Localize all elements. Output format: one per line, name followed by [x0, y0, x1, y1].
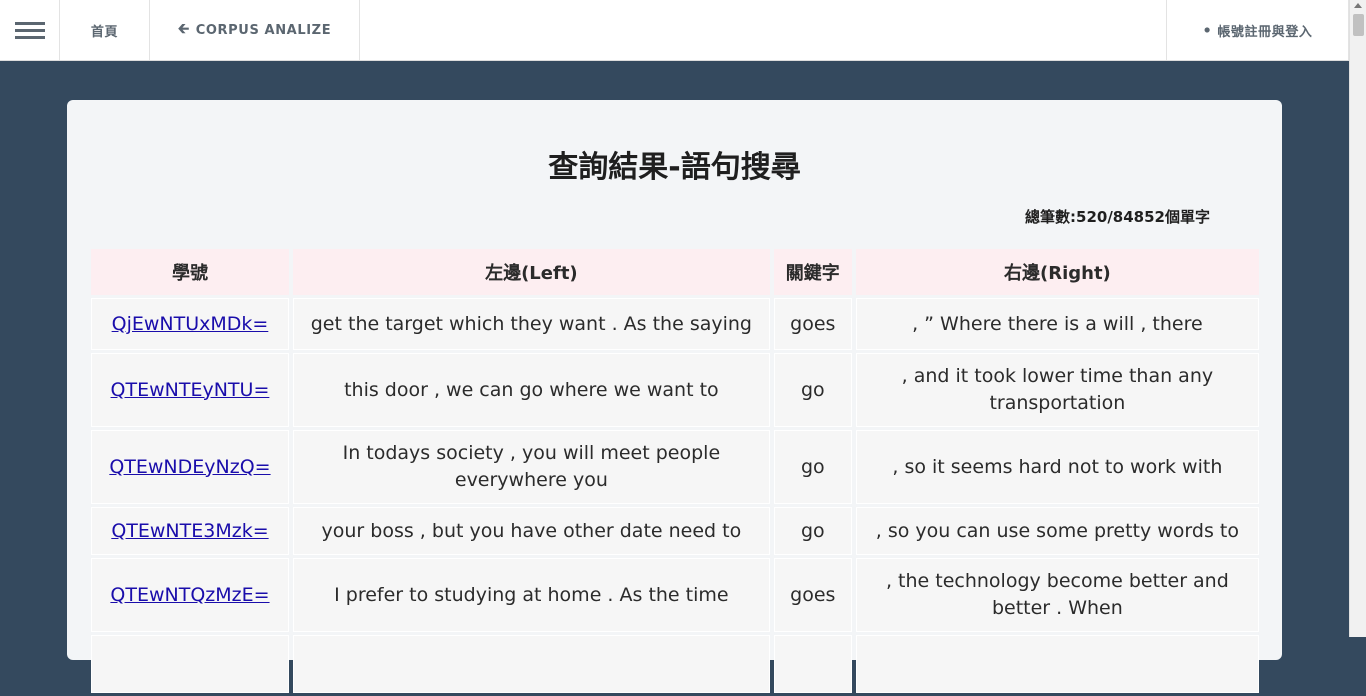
student-id-link[interactable]: QTEwNTEyNTU=: [111, 379, 270, 401]
hamburger-menu-icon[interactable]: [0, 0, 60, 60]
page-scrollbar[interactable]: [1349, 0, 1366, 637]
keyword-cell: goes: [773, 558, 852, 632]
keyword-cell: goes: [773, 298, 852, 350]
top-navbar: 首頁 🡰 CORPUS ANALIZE ⚫ 帳號註冊與登入: [0, 0, 1349, 61]
student-id-link[interactable]: QTEwNDEyNzQ=: [109, 456, 270, 478]
table-row: QTEwNTE3Mzk= your boss , but you have ot…: [91, 507, 1259, 555]
table-row: QTEwNDEyNzQ= In todays society , you wil…: [91, 430, 1259, 504]
nav-login-link[interactable]: ⚫ 帳號註冊與登入: [1167, 0, 1349, 60]
header-left: 左邊(Left): [292, 249, 770, 295]
keyword-cell: [773, 635, 852, 693]
header-keyword: 關鍵字: [773, 249, 852, 295]
keyword-cell: go: [773, 353, 852, 427]
nav-back-label: CORPUS ANALIZE: [195, 22, 332, 38]
right-context-cell: , so it seems hard not to work with: [855, 430, 1259, 504]
student-id-cell: QTEwNDEyNzQ=: [91, 430, 289, 504]
nav-home-label: 首頁: [90, 24, 119, 40]
left-context-cell: this door , we can go where we want to: [292, 353, 770, 427]
results-panel: 查詢結果-語句搜尋 總筆數:520/84852個單字 學號 左邊(Left) 關…: [67, 100, 1282, 693]
student-id-cell: QjEwNTUxMDk=: [91, 298, 289, 350]
scroll-up-icon[interactable]: [1354, 3, 1362, 8]
table-row: QjEwNTUxMDk= get the target which they w…: [91, 298, 1259, 350]
nav-corpus-analize-link[interactable]: 🡰 CORPUS ANALIZE: [150, 0, 360, 60]
right-context-cell: , and it took lower time than any transp…: [855, 353, 1259, 427]
left-context-cell: [292, 635, 770, 693]
page-title: 查詢結果-語句搜尋: [548, 150, 801, 185]
scrollbar-thumb[interactable]: [1353, 14, 1364, 36]
left-context-cell: your boss , but you have other date need…: [292, 507, 770, 555]
table-row-partial: [91, 635, 1259, 693]
student-id-cell: [91, 635, 289, 693]
student-id-cell: QTEwNTEyNTU=: [91, 353, 289, 427]
header-right: 右邊(Right): [855, 249, 1259, 295]
result-count: 總筆數:520/84852個單字: [1025, 208, 1210, 226]
results-table: 學號 左邊(Left) 關鍵字 右邊(Right) QjEwNTUxMDk= g…: [87, 246, 1263, 696]
student-id-link[interactable]: QjEwNTUxMDk=: [112, 313, 269, 335]
user-drop-icon: ⚫: [1202, 23, 1213, 37]
right-context-cell: , the technology become better and bette…: [855, 558, 1259, 632]
student-id-cell: QTEwNTQzMzE=: [91, 558, 289, 632]
keyword-cell: go: [773, 430, 852, 504]
student-id-link[interactable]: QTEwNTQzMzE=: [110, 584, 269, 606]
keyword-cell: go: [773, 507, 852, 555]
left-context-cell: get the target which they want . As the …: [292, 298, 770, 350]
navbar-spacer: [360, 0, 1167, 60]
nav-home-link[interactable]: 首頁: [60, 0, 150, 60]
right-context-cell: , so you can use some pretty words to: [855, 507, 1259, 555]
student-id-link[interactable]: QTEwNTE3Mzk=: [111, 520, 268, 542]
nav-login-label: 帳號註冊與登入: [1217, 24, 1313, 40]
header-student-id: 學號: [91, 249, 289, 295]
table-header-row: 學號 左邊(Left) 關鍵字 右邊(Right): [91, 249, 1259, 295]
left-context-cell: In todays society , you will meet people…: [292, 430, 770, 504]
table-row: QTEwNTQzMzE= I prefer to studying at hom…: [91, 558, 1259, 632]
right-context-cell: [855, 635, 1259, 693]
right-context-cell: , ” Where there is a will , there: [855, 298, 1259, 350]
arrow-left-icon: 🡰: [177, 21, 190, 37]
student-id-cell: QTEwNTE3Mzk=: [91, 507, 289, 555]
left-context-cell: I prefer to studying at home . As the ti…: [292, 558, 770, 632]
table-row: QTEwNTEyNTU= this door , we can go where…: [91, 353, 1259, 427]
